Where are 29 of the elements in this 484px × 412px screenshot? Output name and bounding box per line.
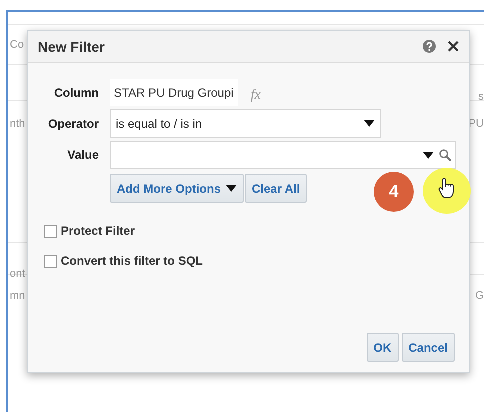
field-label: Operator xyxy=(47,116,99,130)
caret-icon xyxy=(423,152,434,158)
hand-cursor-icon xyxy=(438,178,456,200)
checkbox-label: Protect Filter xyxy=(61,224,136,238)
cancel-button[interactable]: Cancel xyxy=(402,333,455,362)
background-text: s xyxy=(478,91,484,103)
background-text: nth xyxy=(10,118,26,130)
background-text: mn xyxy=(10,290,26,302)
caret-icon xyxy=(364,120,375,127)
caret-icon xyxy=(226,185,237,192)
search-icon[interactable] xyxy=(439,148,452,162)
formula-link[interactable]: fx xyxy=(250,88,261,104)
checkbox[interactable] xyxy=(44,224,57,238)
dialog-title: New Filter xyxy=(38,38,106,54)
close-icon[interactable] xyxy=(448,41,459,52)
checkbox[interactable] xyxy=(44,254,57,268)
checkbox-label: Convert this filter to SQL xyxy=(61,254,204,268)
field-label: Column xyxy=(53,86,99,100)
background-text: G xyxy=(475,290,484,302)
clear-button[interactable]: Clear All xyxy=(245,174,308,203)
help-icon[interactable] xyxy=(423,40,436,53)
field-label: Value xyxy=(66,148,99,162)
add-options-button[interactable]: Add More Options xyxy=(110,174,244,203)
value-field[interactable] xyxy=(110,141,456,169)
operator-dropdown[interactable]: is equal to / is in xyxy=(110,109,381,138)
column-value: STAR PU Drug Groupi xyxy=(110,79,238,106)
ok-button[interactable]: OK xyxy=(366,333,399,362)
background-text: Co xyxy=(10,39,24,51)
background-text: ont xyxy=(10,268,26,280)
